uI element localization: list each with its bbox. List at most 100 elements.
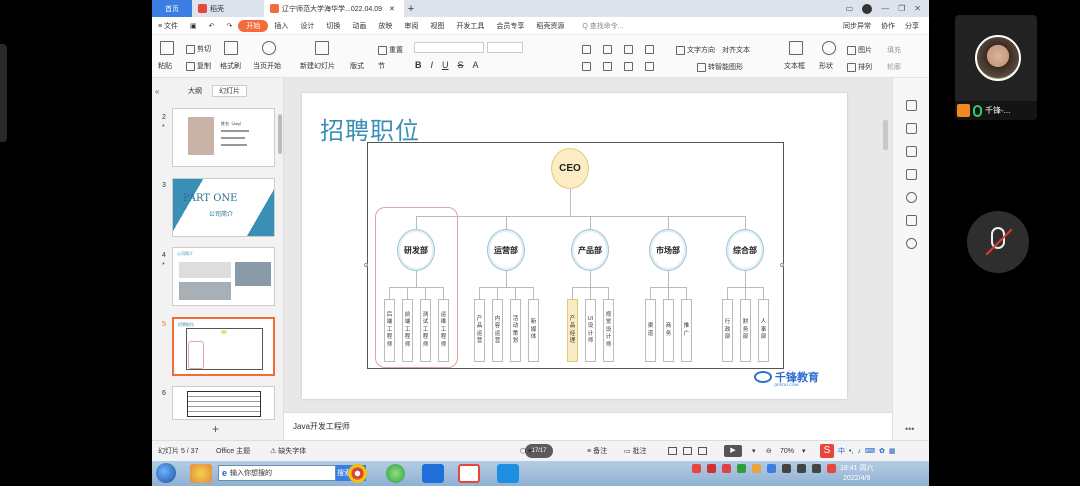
taskbar-clock[interactable]: 18:41 周六 2022/4/9 [840, 464, 873, 484]
location-icon[interactable] [906, 238, 917, 249]
close-window-icon[interactable]: ✕ [914, 4, 921, 13]
sorter-view-icon[interactable] [683, 447, 692, 455]
start-button[interactable] [156, 463, 176, 483]
role-box[interactable]: 产品经理 [567, 299, 578, 362]
menu-home[interactable]: 开始 [238, 19, 269, 32]
role-box[interactable]: 前端工程师 [402, 299, 413, 362]
menu-view[interactable]: 视图 [424, 21, 450, 31]
resize-handle[interactable] [364, 263, 368, 267]
fill-button[interactable]: 填充 [887, 45, 901, 55]
comments-toggle[interactable]: ▭ 批注 [624, 446, 647, 456]
text-direction-button[interactable]: 文字方向 [676, 45, 715, 55]
transition-icon[interactable] [906, 169, 917, 180]
minimize-icon[interactable]: — [881, 4, 889, 13]
chinese-mode-icon[interactable]: 中 [838, 446, 845, 456]
new-tab-button[interactable]: + [404, 0, 418, 17]
bullet-list-icon[interactable] [582, 45, 591, 54]
role-box[interactable]: 内容运营 [492, 299, 503, 362]
bold-icon[interactable]: B [415, 60, 422, 70]
slide-thumbnail-3[interactable]: PART ONE 公司简介 [172, 178, 275, 237]
tray-app-icon[interactable] [737, 464, 746, 473]
mute-toggle-button[interactable] [967, 211, 1029, 273]
zoom-out-icon[interactable]: ⊖ [766, 447, 772, 455]
org-chart[interactable]: CEO 研发部 后端工程师 前端工程师 测试工程师 运维工程师 运营部 产品运营 内容运营 活动策… [367, 142, 784, 369]
zoom-dropdown-icon[interactable]: ▾ [802, 447, 806, 455]
role-box[interactable]: 推广 [681, 299, 692, 362]
slide-title[interactable]: 招聘职位 [320, 111, 420, 146]
command-search[interactable]: Q 查找命令... [576, 21, 629, 31]
meeting-app-icon[interactable] [497, 464, 519, 483]
p-app-icon[interactable] [422, 464, 444, 483]
keyboard-icon[interactable]: ⌨ [865, 447, 875, 455]
department-node[interactable]: 市场部 [649, 229, 687, 271]
notes-text[interactable]: Java开发工程师 [293, 421, 350, 432]
punctuation-icon[interactable]: •, [849, 448, 853, 455]
menu-review[interactable]: 审阅 [398, 21, 424, 31]
layout-icon[interactable]: ▭ [846, 4, 854, 13]
tab-slides[interactable]: 幻灯片 [212, 85, 247, 97]
menu-slideshow[interactable]: 放映 [372, 21, 398, 31]
add-slide-button[interactable]: + [212, 422, 219, 436]
underline-icon[interactable]: U [442, 60, 449, 70]
role-box[interactable]: 运维工程师 [438, 299, 449, 362]
reading-view-icon[interactable] [698, 447, 707, 455]
menu-developer[interactable]: 开发工具 [450, 21, 490, 31]
pane-scrollbar[interactable] [278, 114, 282, 154]
voice-input-icon[interactable]: ♪ [857, 448, 861, 455]
collab-button[interactable]: 协作 [881, 21, 895, 31]
tab-home[interactable]: 首页 [152, 0, 192, 17]
share-button[interactable]: 分享 [905, 21, 919, 31]
department-node[interactable]: 运营部 [487, 229, 525, 271]
sync-status[interactable]: 同步异常 [843, 21, 871, 31]
align-left-icon[interactable] [582, 62, 591, 71]
zoom-level[interactable]: 70% [780, 448, 794, 455]
editor-scrollbar[interactable] [883, 120, 888, 150]
sogou-ime-icon[interactable]: S [820, 444, 834, 458]
notes-toggle[interactable]: ≡ 备注 [587, 446, 607, 456]
slide-thumbnail-6[interactable] [172, 386, 275, 420]
resize-handle[interactable] [780, 263, 784, 267]
role-box[interactable]: 活动策划 [510, 299, 521, 362]
slide-thumbnail-2[interactable]: 姓名（Aby） [172, 108, 275, 167]
textbox-button[interactable] [789, 41, 803, 55]
tray-app-icon[interactable] [812, 464, 821, 473]
align-center-icon[interactable] [603, 62, 612, 71]
copy-button[interactable]: 复制 [186, 61, 211, 71]
role-box[interactable]: 人事部 [758, 299, 769, 362]
network-icon[interactable] [782, 464, 791, 473]
tray-app-icon[interactable] [707, 464, 716, 473]
tray-app-icon[interactable] [752, 464, 761, 473]
menu-transition[interactable]: 切换 [320, 21, 346, 31]
menu-design[interactable]: 设计 [294, 21, 320, 31]
tray-app-icon[interactable] [722, 464, 731, 473]
ceo-node[interactable]: CEO [551, 148, 589, 189]
slideshow-button[interactable]: ▶ [724, 445, 742, 457]
redo-icon[interactable]: ↷ [221, 22, 239, 30]
role-box[interactable]: 渠道 [645, 299, 656, 362]
italic-icon[interactable]: I [431, 60, 434, 70]
arrange-button[interactable]: 排列 [847, 62, 872, 72]
chrome-icon[interactable] [348, 464, 367, 483]
menu-insert[interactable]: 插入 [268, 21, 294, 31]
indent-icon[interactable] [624, 45, 633, 54]
tray-app-icon[interactable] [767, 464, 776, 473]
restore-icon[interactable]: ❐ [898, 4, 905, 13]
department-node[interactable]: 研发部 [397, 229, 435, 271]
menu-docer-resources[interactable]: 稻壳资源 [530, 21, 570, 31]
justify-icon[interactable] [645, 62, 654, 71]
skin-icon[interactable]: ✿ [879, 447, 885, 455]
zoom-menu[interactable]: ▾ [752, 447, 756, 455]
menu-member[interactable]: 会员专享 [490, 21, 530, 31]
user-avatar-icon[interactable] [862, 3, 873, 14]
slide-canvas[interactable]: 招聘职位 CEO 研发部 后端工程师 前端工程师 测试工程师 运维工程师 运营部 产品运营 内容… [302, 93, 847, 399]
role-box[interactable]: 测试工程师 [420, 299, 431, 362]
picture-tool-icon[interactable] [906, 215, 917, 226]
magic-icon[interactable] [906, 146, 917, 157]
font-name-select[interactable] [414, 42, 484, 53]
slide-thumbnail-4[interactable]: 公司简介 [172, 247, 275, 306]
notes-pane[interactable]: Java开发工程师 [284, 412, 892, 440]
section-button[interactable]: 节 [378, 61, 385, 71]
align-text-button[interactable]: 对齐文本 [722, 45, 750, 55]
settings-sliders-icon[interactable] [906, 123, 917, 134]
role-box[interactable]: 新媒体 [528, 299, 539, 362]
